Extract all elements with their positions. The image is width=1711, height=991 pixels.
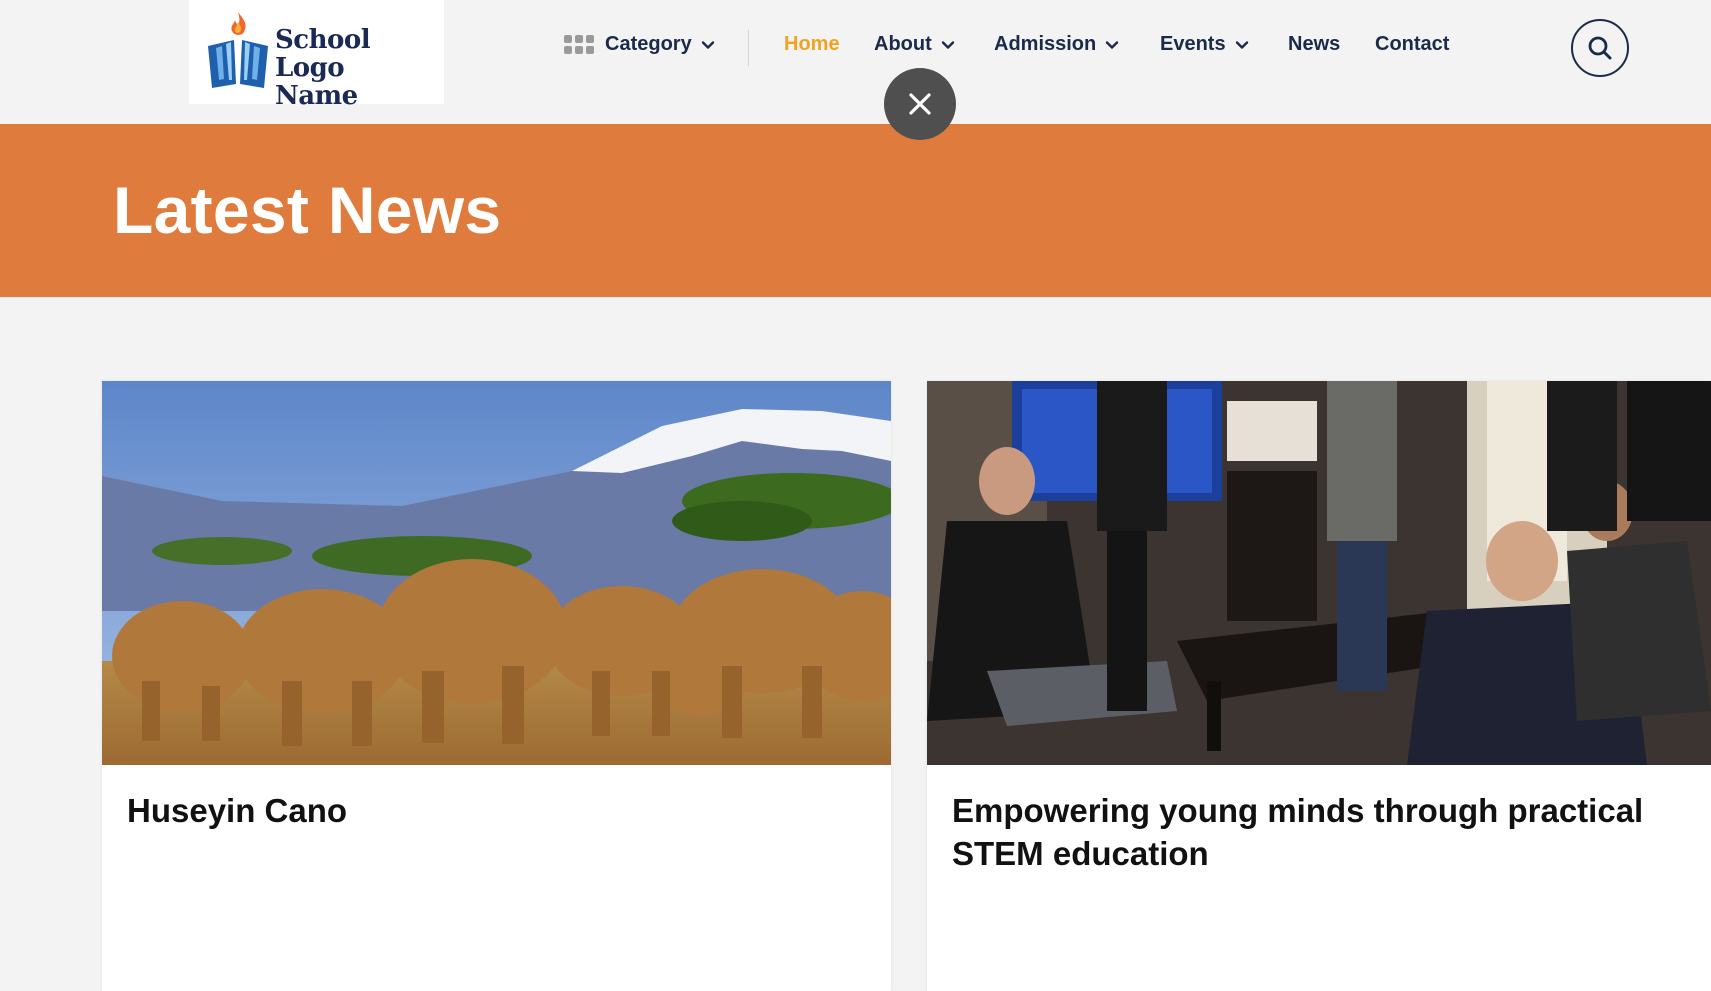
nav-item-contact[interactable]: Contact: [1375, 33, 1449, 56]
nav-item-admission[interactable]: Admission: [994, 33, 1119, 56]
people-meeting-room-photo[interactable]: [927, 381, 1711, 765]
site-header: School Logo Name Category Home About Adm…: [0, 0, 1711, 124]
close-icon: [909, 93, 931, 115]
nav-item-events[interactable]: Events: [1160, 33, 1249, 56]
news-card[interactable]: Empowering young minds through practical…: [927, 381, 1711, 991]
nav-label-contact: Contact: [1375, 33, 1450, 55]
grid-icon: [564, 35, 594, 54]
main-nav: Category Home About Admission Events New…: [0, 0, 1711, 96]
nav-item-home[interactable]: Home: [784, 33, 840, 56]
nav-item-about[interactable]: About: [874, 33, 955, 56]
close-button[interactable]: [884, 68, 956, 140]
chevron-down-icon: [701, 40, 714, 49]
page-banner: Latest News: [0, 124, 1711, 297]
nav-label-home: Home: [784, 33, 840, 55]
nav-label-about: About: [874, 33, 932, 55]
card-title[interactable]: Empowering young minds through practical…: [952, 789, 1681, 875]
nav-label-news: News: [1288, 33, 1341, 55]
nav-divider: [748, 30, 749, 66]
nav-item-news[interactable]: News: [1288, 33, 1340, 56]
elephants-savanna-photo[interactable]: [102, 381, 891, 765]
nav-label-category: Category: [605, 33, 692, 55]
chevron-down-icon: [1106, 40, 1119, 49]
search-button[interactable]: [1571, 19, 1629, 77]
search-icon: [1588, 36, 1612, 60]
card-image: [102, 381, 891, 765]
news-card[interactable]: Huseyin Cano: [102, 381, 891, 991]
nav-item-category[interactable]: Category: [564, 33, 715, 56]
chevron-down-icon: [1235, 40, 1248, 49]
card-title[interactable]: Huseyin Cano: [127, 789, 861, 832]
page-title: Latest News: [113, 173, 502, 247]
nav-label-events: Events: [1160, 33, 1226, 55]
card-image: [927, 381, 1711, 765]
nav-label-admission: Admission: [994, 33, 1097, 55]
chevron-down-icon: [941, 40, 954, 49]
